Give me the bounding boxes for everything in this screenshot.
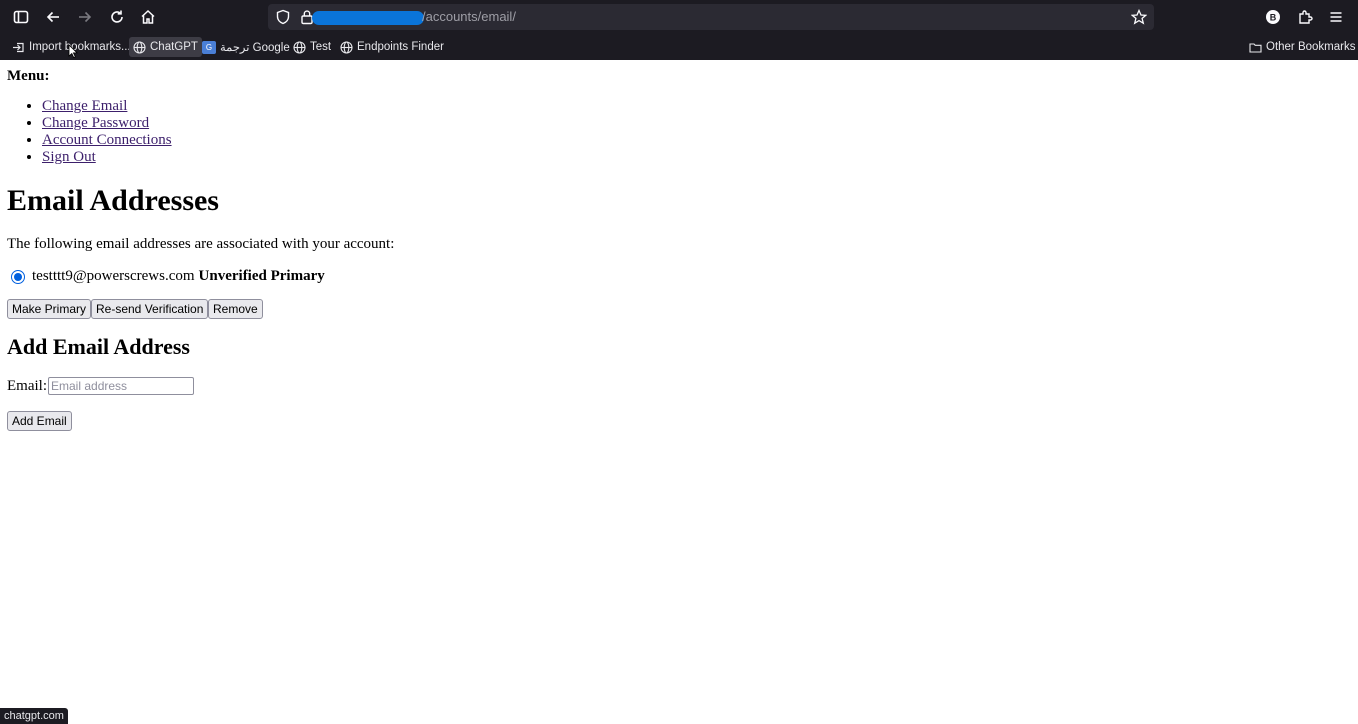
globe-icon <box>340 40 353 54</box>
menu-item: Account Connections <box>42 132 172 149</box>
link-status-bar: chatgpt.com <box>0 708 68 724</box>
browser-toolbar: /accounts/email/ B <box>0 0 1358 34</box>
bookmark-label: Import bookmarks... <box>29 41 131 53</box>
associated-emails-text: The following email addresses are associ… <box>7 236 395 252</box>
sign-out-link[interactable]: Sign Out <box>42 149 96 165</box>
bookmark-google-translate[interactable]: G ترجمة Google <box>198 37 294 57</box>
mouse-cursor-icon <box>68 44 78 58</box>
bookmark-label: Endpoints Finder <box>357 41 444 53</box>
bookmark-label: ترجمة Google <box>220 42 290 54</box>
email-radio-button[interactable] <box>11 269 25 284</box>
change-email-link[interactable]: Change Email <box>42 98 127 114</box>
url-path[interactable]: /accounts/email/ <box>422 9 516 24</box>
add-email-heading: Add Email Address <box>7 334 190 359</box>
globe-icon <box>293 40 306 54</box>
email-list-item: testttt9@powerscrews.com Unverified Prim… <box>11 268 325 285</box>
bookmark-star-icon[interactable] <box>1131 9 1147 25</box>
email-field-label: Email: <box>7 378 47 394</box>
app-menu-icon[interactable] <box>1324 5 1348 29</box>
back-arrow-icon[interactable] <box>41 5 65 29</box>
page-title: Email Addresses <box>7 184 219 217</box>
change-password-link[interactable]: Change Password <box>42 115 149 131</box>
address-bar[interactable]: /accounts/email/ <box>268 4 1154 30</box>
folder-icon <box>1249 42 1262 53</box>
redacted-domain <box>312 11 424 25</box>
menu-item: Change Password <box>42 115 172 132</box>
make-primary-button[interactable]: Make Primary <box>7 299 92 319</box>
svg-text:B: B <box>1270 13 1277 23</box>
other-bookmarks-label: Other Bookmarks <box>1266 41 1356 53</box>
import-icon <box>13 42 24 52</box>
email-input[interactable] <box>48 377 194 395</box>
google-translate-icon: G <box>202 40 216 54</box>
bookmark-label: ChatGPT <box>150 41 198 53</box>
bookmark-endpoints-finder[interactable]: Endpoints Finder <box>336 37 448 57</box>
sidebar-toggle-icon[interactable] <box>9 5 33 29</box>
add-email-button[interactable]: Add Email <box>7 411 72 431</box>
resend-verification-button[interactable]: Re-send Verification <box>91 299 209 319</box>
email-address: testttt9@powerscrews.com <box>32 268 195 284</box>
extensions-puzzle-icon[interactable] <box>1293 5 1317 29</box>
email-status: Unverified Primary <box>198 268 325 284</box>
tracking-shield-icon[interactable] <box>275 9 291 25</box>
menu-item: Sign Out <box>42 149 172 166</box>
globe-icon <box>133 40 146 54</box>
other-bookmarks[interactable]: Other Bookmarks <box>1245 37 1358 57</box>
bookmark-chatgpt[interactable]: ChatGPT <box>129 37 202 57</box>
reload-icon[interactable] <box>105 5 129 29</box>
extension-avatar-icon[interactable]: B <box>1261 5 1285 29</box>
menu-item: Change Email <box>42 98 172 115</box>
forward-arrow-icon[interactable] <box>73 5 97 29</box>
page-content: Menu: Change Email Change Password Accou… <box>0 60 1358 724</box>
account-connections-link[interactable]: Account Connections <box>42 132 172 148</box>
bookmark-label: Test <box>310 41 332 53</box>
bookmarks-toolbar: Import bookmarks... ChatGPT G ترجمة Goog… <box>0 34 1358 60</box>
home-icon[interactable] <box>136 5 160 29</box>
menu-label: Menu: <box>7 68 50 84</box>
account-menu: Change Email Change Password Account Con… <box>42 98 172 166</box>
bookmark-test[interactable]: Test <box>289 37 335 57</box>
remove-button[interactable]: Remove <box>208 299 263 319</box>
